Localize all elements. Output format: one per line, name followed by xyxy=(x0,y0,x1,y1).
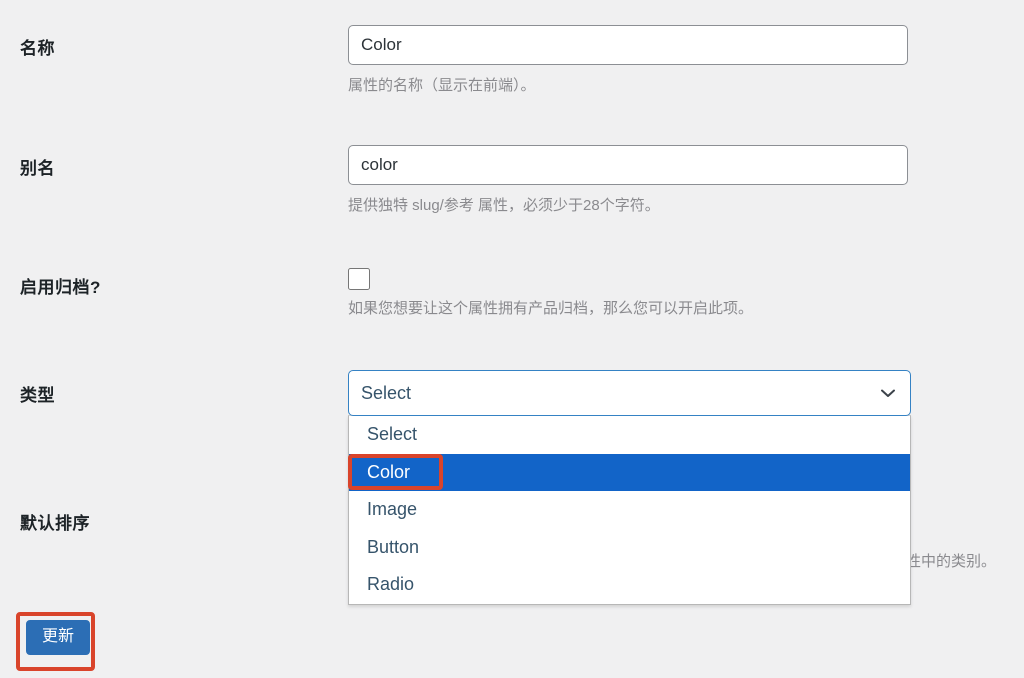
field-group-slug: 提供独特 slug/参考 属性，必须少于28个字符。 xyxy=(348,145,908,216)
default-sort-help-text-fragment: 性中的类别。 xyxy=(906,553,997,570)
update-button[interactable]: 更新 xyxy=(26,620,91,655)
type-select-value: Select xyxy=(361,382,412,403)
field-group-archives: 如果您想要让这个属性拥有产品归档，那么您可以开启此项。 xyxy=(348,268,753,319)
type-select-wrapper: Select Select Color Image Button Radio xyxy=(348,370,911,605)
dropdown-option-radio[interactable]: Radio xyxy=(349,566,910,604)
label-enable-archives: 启用归档? xyxy=(20,278,101,297)
label-slug: 别名 xyxy=(20,159,55,178)
slug-input[interactable] xyxy=(348,145,908,185)
field-group-name: 属性的名称（显示在前端）。 xyxy=(348,25,908,96)
label-type: 类型 xyxy=(20,386,55,405)
dropdown-option-select[interactable]: Select xyxy=(349,416,910,454)
name-help-text: 属性的名称（显示在前端）。 xyxy=(348,77,536,94)
dropdown-option-color[interactable]: Color xyxy=(349,453,910,491)
enable-archives-checkbox[interactable] xyxy=(348,268,370,290)
attribute-edit-form: 名称 属性的名称（显示在前端）。 别名 提供独特 slug/参考 属性，必须少于… xyxy=(0,0,1024,678)
archives-help-text: 如果您想要让这个属性拥有产品归档，那么您可以开启此项。 xyxy=(348,300,754,317)
chevron-down-icon xyxy=(878,383,898,403)
slug-help-text: 提供独特 slug/参考 属性，必须少于28个字符。 xyxy=(348,197,660,214)
name-input[interactable] xyxy=(348,25,908,65)
update-button-wrapper: 更新 xyxy=(26,620,91,655)
label-name: 名称 xyxy=(20,39,55,58)
dropdown-option-button[interactable]: Button xyxy=(349,529,910,567)
field-group-type: Select Select Color Image Button Radio xyxy=(348,370,911,605)
type-dropdown-list[interactable]: Select Color Image Button Radio xyxy=(348,415,911,605)
type-select-button[interactable]: Select xyxy=(348,370,911,416)
label-default-sort: 默认排序 xyxy=(20,514,90,533)
dropdown-option-image[interactable]: Image xyxy=(349,491,910,529)
